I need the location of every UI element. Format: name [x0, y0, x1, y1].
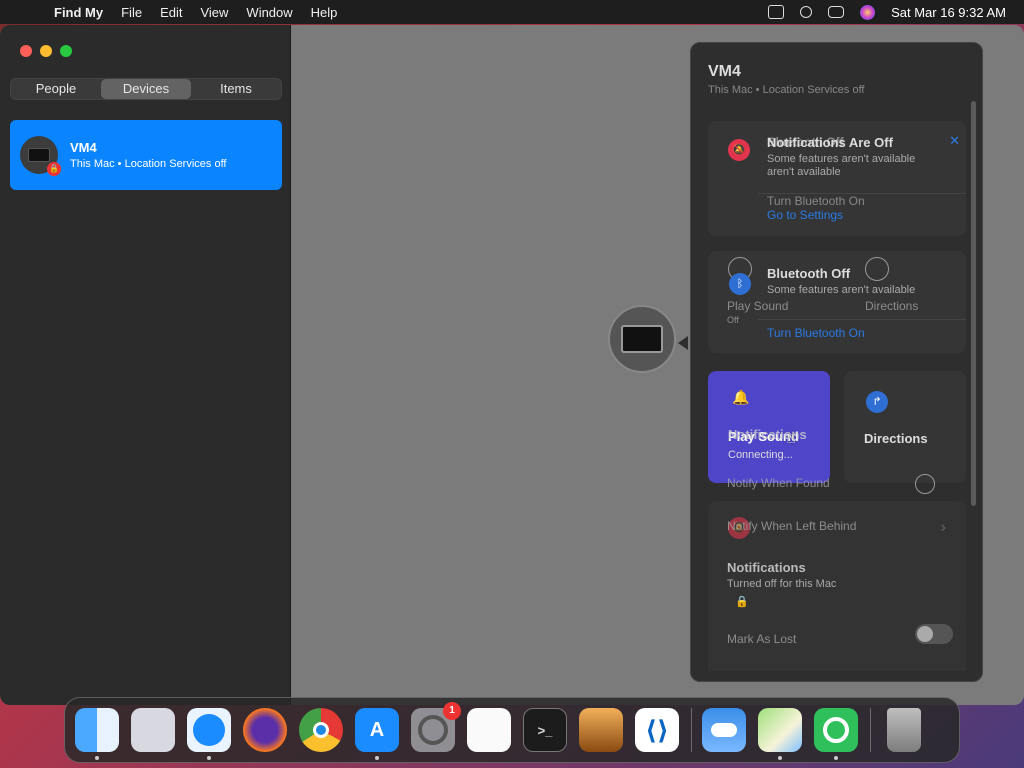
ghost-toggle-circle: [915, 474, 935, 494]
spotlight-search-icon[interactable]: [800, 6, 813, 18]
menu-window[interactable]: Window: [237, 5, 301, 20]
mac-icon: [621, 325, 663, 353]
ghost-directions-circle: [865, 257, 889, 281]
notifications-off-icon: 🔕: [728, 139, 750, 161]
card-text-ghost: aren't available: [767, 166, 841, 178]
notifications-section: 🔕 Notify When Left Behind › Notification…: [708, 501, 966, 626]
chevron-right-icon: ›: [940, 519, 946, 536]
callout-pointer: [678, 336, 688, 350]
device-detail-panel: VM4 This Mac • Location Services off 🔕 B…: [690, 42, 983, 682]
card-title: Notifications Are Off: [767, 135, 893, 150]
lock-icon: 🔒: [735, 596, 749, 608]
ghost-status: Off: [727, 315, 739, 325]
mark-as-lost-label: Mark As Lost: [727, 632, 797, 646]
directions-tile[interactable]: ↱ Directions: [844, 371, 966, 483]
card-title: Bluetooth Off: [767, 266, 851, 281]
system-settings-icon[interactable]: 1: [411, 702, 461, 752]
dock-separator: [691, 708, 692, 752]
menu-view[interactable]: View: [191, 5, 237, 20]
sidebar: People Devices Items 🔒 VM4 This Mac • Lo…: [0, 25, 291, 705]
close-icon[interactable]: ✕: [949, 133, 960, 149]
lock-badge-icon: 🔒: [47, 162, 61, 176]
menu-bar: Find My File Edit View Window Help Sat M…: [0, 0, 1024, 24]
mark-as-lost-row[interactable]: Mark As Lost: [708, 621, 966, 671]
notify-when-found-label: Notify When Found: [727, 476, 830, 490]
find-my-icon[interactable]: [814, 708, 858, 760]
play-sound-status: Connecting...: [728, 449, 793, 461]
dock: A 1 >_ ⟨⟩: [64, 697, 960, 763]
safari-icon[interactable]: [187, 708, 231, 760]
settings-badge: 1: [443, 702, 461, 720]
app-menu[interactable]: Find My: [54, 5, 112, 20]
go-to-settings-link[interactable]: Go to Settings: [767, 208, 843, 222]
mac-icon: [28, 148, 50, 162]
ghost-action: Turn Bluetooth On: [767, 194, 865, 208]
mouse-cursor-icon: ☝: [786, 430, 796, 447]
notifications-title: Notifications: [727, 560, 806, 575]
device-subtitle: This Mac • Location Services off: [70, 158, 227, 170]
trash-icon[interactable]: [887, 708, 921, 752]
minimize-window-button[interactable]: [40, 45, 52, 57]
directions-label: Directions: [864, 431, 928, 446]
notifications-off-card: 🔕 Bluetooth Off Notifications Are Off So…: [708, 121, 966, 236]
card-text: Some features aren't available: [767, 284, 916, 296]
window-controls: [20, 45, 72, 57]
menu-edit[interactable]: Edit: [151, 5, 191, 20]
ghost-play-sound: Play Sound: [727, 299, 789, 313]
menubar-clock[interactable]: Sat Mar 16 9:32 AM: [891, 5, 1006, 20]
window-icon[interactable]: [768, 5, 785, 19]
play-sound-tile[interactable]: 🔔 Play Sound Notifications Connecting...: [708, 371, 830, 483]
garageband-icon[interactable]: [579, 708, 623, 752]
weather-icon[interactable]: [702, 708, 746, 752]
launchpad-icon[interactable]: [131, 708, 175, 752]
siri-icon[interactable]: [860, 4, 876, 20]
panel-scrollbar[interactable]: [971, 101, 976, 506]
device-map-pin[interactable]: [608, 305, 676, 373]
close-window-button[interactable]: [20, 45, 32, 57]
tab-devices[interactable]: Devices: [101, 79, 191, 99]
control-center-icon[interactable]: [828, 6, 845, 18]
mark-as-lost-toggle[interactable]: [915, 624, 953, 644]
menu-help[interactable]: Help: [302, 5, 347, 20]
tab-people[interactable]: People: [11, 79, 101, 99]
device-list-item-vm4[interactable]: 🔒 VM4 This Mac • Location Services off: [10, 120, 282, 190]
notify-when-left-behind-label[interactable]: Notify When Left Behind: [727, 519, 856, 533]
maps-icon[interactable]: [758, 708, 802, 760]
ghost-directions: Directions: [865, 299, 919, 313]
finder-icon[interactable]: [75, 708, 119, 760]
bell-icon: 🔔: [732, 389, 750, 405]
divider: [758, 319, 966, 320]
bluetooth-off-card: ᛒ Bluetooth Off Some features aren't ava…: [708, 251, 966, 353]
turn-bluetooth-on-link[interactable]: Turn Bluetooth On: [767, 326, 865, 340]
menu-file[interactable]: File: [112, 5, 151, 20]
dock-separator: [870, 708, 871, 752]
vscode-icon[interactable]: ⟨⟩: [635, 708, 679, 752]
chrome-icon[interactable]: [299, 708, 343, 752]
tab-bar: People Devices Items: [10, 78, 282, 100]
device-avatar: 🔒: [20, 136, 61, 176]
firefox-icon[interactable]: [243, 708, 287, 752]
panel-subtitle: This Mac • Location Services off: [708, 84, 865, 96]
terminal-icon[interactable]: >_: [523, 708, 567, 752]
device-name: VM4: [70, 140, 97, 155]
bluetooth-icon: ᛒ: [729, 273, 751, 295]
tab-items[interactable]: Items: [191, 79, 281, 99]
app-store-icon[interactable]: A: [355, 708, 399, 760]
panel-title: VM4: [708, 63, 741, 80]
textedit-icon[interactable]: [467, 708, 511, 752]
zoom-window-button[interactable]: [60, 45, 72, 57]
directions-arrow-icon: ↱: [866, 391, 888, 413]
notifications-text: Turned off for this Mac: [727, 578, 837, 590]
